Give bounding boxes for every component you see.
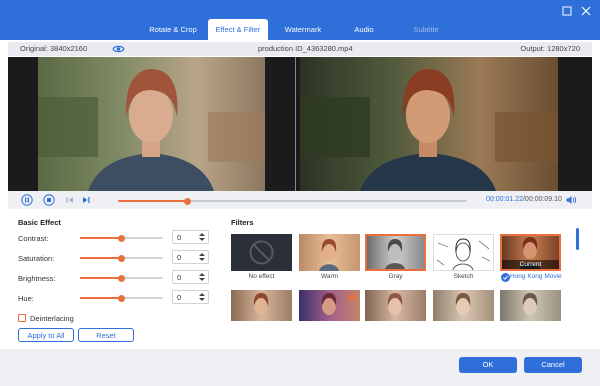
filter-thumb-row2[interactable] bbox=[500, 290, 561, 321]
check-circle-icon bbox=[501, 273, 510, 282]
tab-watermark[interactable]: Watermark bbox=[268, 19, 338, 40]
seek-track[interactable] bbox=[118, 197, 467, 205]
filter-preview bbox=[522, 293, 538, 315]
cancel-button[interactable]: Cancel bbox=[524, 357, 582, 373]
filter-caption: Sketch bbox=[453, 273, 474, 280]
ok-button[interactable]: OK bbox=[459, 357, 517, 373]
saturation-slider[interactable] bbox=[80, 254, 163, 262]
contrast-value: 0 bbox=[177, 233, 182, 242]
tab-strip: Rotate & Crop Effect & Filter Watermark … bbox=[138, 19, 462, 40]
brightness-label: Brightness: bbox=[18, 274, 56, 283]
decrement-icon[interactable] bbox=[199, 298, 205, 301]
increment-icon[interactable] bbox=[199, 253, 205, 256]
filter-caption-selected: Hong Kong Movie bbox=[510, 273, 562, 280]
deinterlacing-label: Deinterlacing bbox=[30, 314, 74, 323]
decrement-icon[interactable] bbox=[199, 238, 205, 241]
filter-caption: Warm bbox=[320, 273, 339, 280]
filter-preview bbox=[387, 293, 403, 315]
output-resolution: Output: 1280x720 bbox=[520, 44, 580, 53]
filters-scrollbar[interactable] bbox=[576, 228, 579, 250]
time-display: 00:00:01.22/00:00:09.10 bbox=[486, 196, 562, 203]
reset-button[interactable]: Reset bbox=[78, 328, 134, 342]
player-controls: 00:00:01.22/00:00:09.10 bbox=[8, 191, 592, 209]
seek-progress bbox=[118, 200, 188, 202]
total-duration: /00:00:09.10 bbox=[522, 196, 562, 203]
contrast-slider-fill bbox=[80, 237, 122, 239]
filter-thumb-row2[interactable] bbox=[365, 290, 426, 321]
tab-rotate-crop[interactable]: Rotate & Crop bbox=[138, 19, 208, 40]
saturation-label: Saturation: bbox=[18, 254, 55, 263]
original-resolution: Original: 3840x2160 bbox=[20, 44, 88, 53]
filter-hong-kong-movie[interactable]: Current bbox=[500, 234, 561, 271]
gray-preview bbox=[385, 239, 405, 269]
volume-icon[interactable] bbox=[565, 194, 577, 206]
filter-caption: No effect bbox=[248, 273, 275, 280]
next-frame-icon[interactable] bbox=[80, 194, 92, 206]
filters-title: Filters bbox=[231, 218, 254, 227]
apply-to-all-button[interactable]: Apply to All bbox=[18, 328, 74, 342]
decrement-icon[interactable] bbox=[199, 258, 205, 261]
contrast-label: Contrast: bbox=[18, 234, 49, 243]
eye-icon[interactable] bbox=[112, 44, 125, 54]
title-bar: Rotate & Crop Effect & Filter Watermark … bbox=[0, 0, 600, 40]
original-preview bbox=[38, 57, 265, 191]
filter-thumb-row2[interactable] bbox=[299, 290, 360, 321]
preview-stage bbox=[8, 57, 592, 191]
hue-value: 0 bbox=[177, 293, 182, 302]
filter-caption: Gray bbox=[388, 273, 403, 280]
hue-label: Hue: bbox=[18, 294, 34, 303]
no-effect-icon bbox=[249, 240, 274, 265]
brightness-slider[interactable] bbox=[80, 274, 163, 282]
decrement-icon[interactable] bbox=[199, 278, 205, 281]
maximize-icon[interactable] bbox=[562, 6, 572, 16]
tab-subtitle: Subtitle bbox=[413, 25, 439, 34]
current-badge: Current bbox=[502, 260, 559, 269]
filter-preview bbox=[455, 293, 471, 315]
saturation-stepper[interactable]: 0 bbox=[172, 250, 209, 264]
hue-stepper[interactable]: 0 bbox=[172, 290, 209, 304]
brightness-slider-handle[interactable] bbox=[118, 274, 125, 282]
brightness-slider-fill bbox=[80, 277, 122, 279]
tab-audio[interactable]: Audio bbox=[338, 19, 390, 40]
filter-warm[interactable] bbox=[299, 234, 360, 271]
saturation-slider-handle[interactable] bbox=[118, 254, 125, 262]
sketch-preview bbox=[436, 238, 491, 270]
tab-effect-filter[interactable]: Effect & Filter bbox=[208, 19, 268, 40]
hue-slider-fill bbox=[80, 297, 122, 299]
increment-icon[interactable] bbox=[199, 273, 205, 276]
filter-preview bbox=[253, 293, 269, 315]
increment-icon[interactable] bbox=[199, 233, 205, 236]
filter-no-effect[interactable] bbox=[231, 234, 292, 271]
warm-preview bbox=[319, 239, 339, 271]
contrast-slider[interactable] bbox=[80, 234, 163, 242]
filter-thumb-row2[interactable] bbox=[433, 290, 494, 321]
filter-preview bbox=[321, 292, 357, 315]
current-time: 00:00:01.22 bbox=[486, 196, 523, 203]
brightness-stepper[interactable]: 0 bbox=[172, 270, 209, 284]
info-bar: Original: 3840x2160 production ID_436328… bbox=[8, 42, 592, 56]
filter-sketch[interactable] bbox=[433, 234, 494, 271]
split-divider bbox=[295, 57, 296, 191]
contrast-stepper[interactable]: 0 bbox=[172, 230, 209, 244]
previous-frame-icon[interactable] bbox=[64, 194, 76, 206]
stop-icon[interactable] bbox=[43, 194, 55, 206]
brightness-value: 0 bbox=[177, 273, 182, 282]
filter-thumb-row2[interactable] bbox=[231, 290, 292, 321]
hue-slider-handle[interactable] bbox=[118, 294, 125, 302]
increment-icon[interactable] bbox=[199, 293, 205, 296]
output-preview bbox=[300, 57, 558, 191]
hue-slider[interactable] bbox=[80, 294, 163, 302]
deinterlacing-checkbox[interactable] bbox=[18, 314, 26, 322]
contrast-slider-handle[interactable] bbox=[118, 234, 125, 242]
file-name: production ID_4363280.mp4 bbox=[258, 44, 353, 53]
pause-icon[interactable] bbox=[21, 194, 33, 206]
basic-effect-title: Basic Effect bbox=[18, 218, 61, 227]
footer-bar: OK Cancel bbox=[0, 349, 600, 386]
filter-gray[interactable] bbox=[365, 234, 426, 271]
saturation-slider-fill bbox=[80, 257, 122, 259]
saturation-value: 0 bbox=[177, 253, 182, 262]
close-icon[interactable] bbox=[581, 6, 591, 16]
seek-handle[interactable] bbox=[184, 197, 192, 205]
